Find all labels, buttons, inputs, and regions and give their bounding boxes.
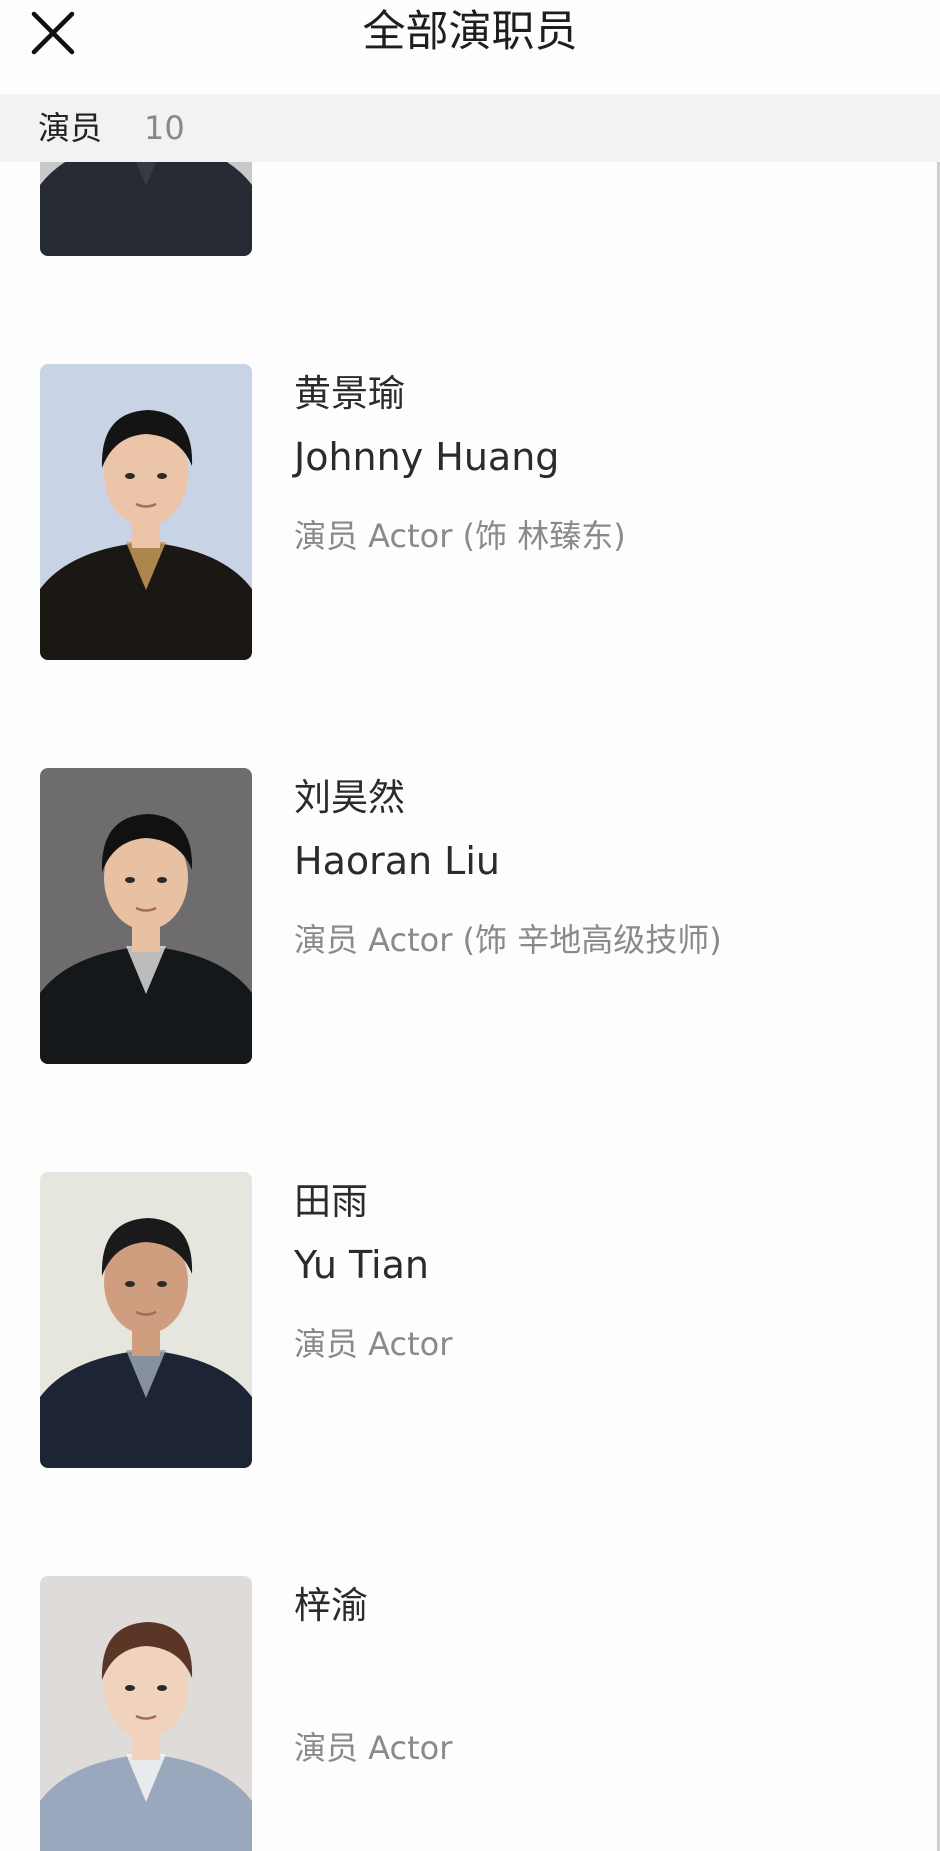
actor-name-cn: 梓渝 (294, 1584, 368, 1627)
actor-name-cn: 田雨 (294, 1180, 368, 1223)
cast-item-4[interactable]: 梓渝 演员 Actor (0, 1536, 940, 1851)
cast-list-viewport[interactable]: 黄景瑜 Johnny Huang 演员 Actor (饰 林臻东) 刘昊然 Ha… (0, 162, 940, 1851)
actor-role: 演员 Actor (饰 林臻东) (294, 517, 626, 555)
actor-photo[interactable] (40, 1576, 252, 1851)
portrait-eye-left (125, 473, 135, 479)
portrait-eye-right (157, 877, 167, 883)
portrait-image (40, 1576, 252, 1851)
page-title: 全部演职员 (362, 7, 578, 57)
actor-photo[interactable] (40, 162, 252, 256)
portrait-image (40, 364, 252, 660)
actor-photo[interactable] (40, 1172, 252, 1468)
actor-photo[interactable] (40, 768, 252, 1064)
portrait-image (40, 1172, 252, 1468)
actor-role: 演员 Actor (饰 辛地高级技师) (294, 921, 722, 959)
section-label: 演员 (38, 109, 103, 147)
cast-item-1[interactable]: 黄景瑜 Johnny Huang 演员 Actor (饰 林臻东) (0, 324, 940, 728)
actor-name-cn: 黄景瑜 (294, 372, 405, 415)
top-bar: 全部演职员 (0, 0, 940, 94)
cast-item-3[interactable]: 田雨 Yu Tian 演员 Actor (0, 1132, 940, 1536)
actor-name-en: Johnny Huang (294, 435, 560, 479)
portrait-eye-left (125, 1685, 135, 1691)
portrait-eye-right (157, 1281, 167, 1287)
cast-list: 黄景瑜 Johnny Huang 演员 Actor (饰 林臻东) 刘昊然 Ha… (0, 162, 940, 1851)
actor-name-en: Haoran Liu (294, 839, 500, 883)
portrait-eye-right (157, 473, 167, 479)
actor-role: 演员 Actor (294, 1729, 453, 1767)
cast-item-0[interactable] (0, 162, 940, 324)
portrait-eye-right (157, 1685, 167, 1691)
portrait-eye-left (125, 1281, 135, 1287)
section-count: 10 (144, 109, 185, 147)
actor-photo[interactable] (40, 364, 252, 660)
portrait-image (40, 162, 252, 256)
actor-role: 演员 Actor (294, 1325, 453, 1363)
portrait-eye-left (125, 877, 135, 883)
section-header-actors: 演员 10 (0, 94, 940, 162)
actor-name-en: Yu Tian (294, 1243, 429, 1287)
actor-name-cn: 刘昊然 (294, 776, 405, 819)
cast-item-2[interactable]: 刘昊然 Haoran Liu 演员 Actor (饰 辛地高级技师) (0, 728, 940, 1132)
portrait-image (40, 768, 252, 1064)
